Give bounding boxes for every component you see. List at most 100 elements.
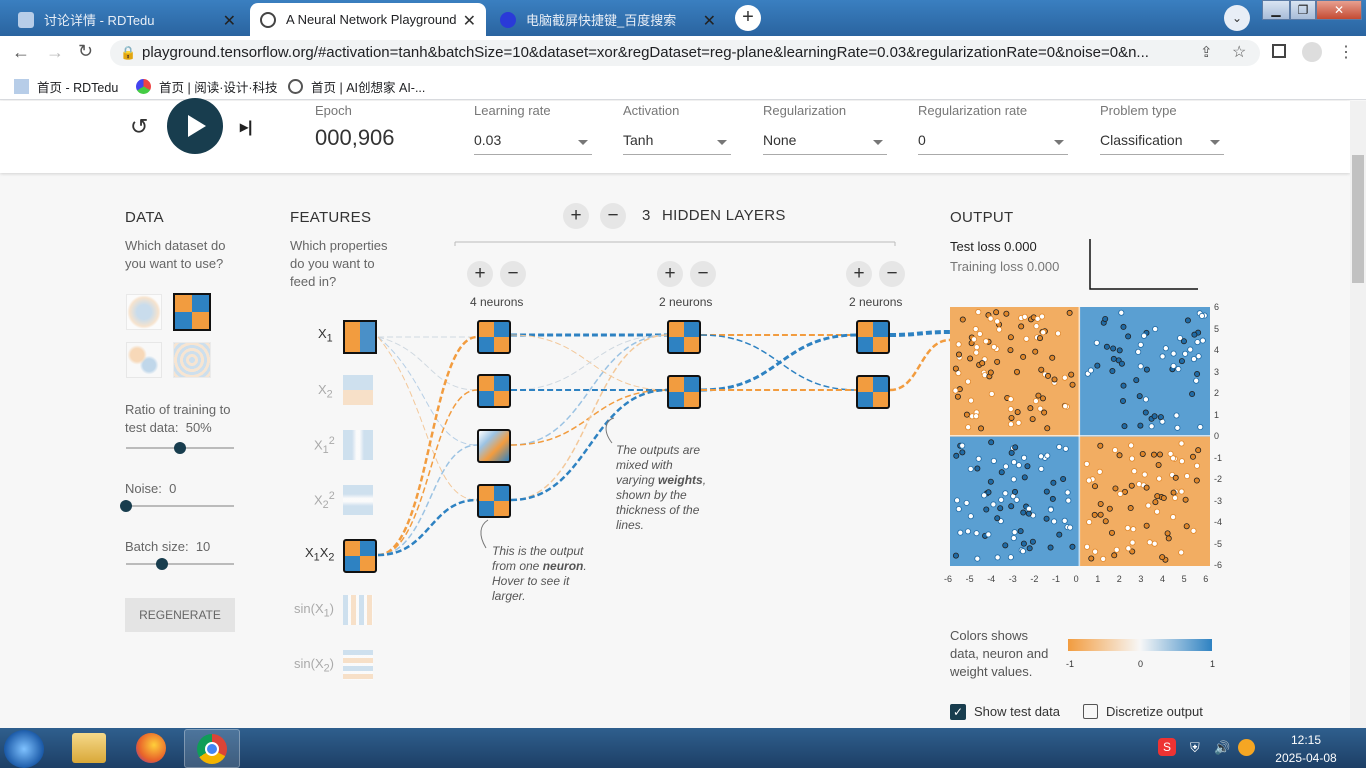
clock-time[interactable]: 12:15 <box>1276 733 1336 747</box>
x-tick: -3 <box>1008 574 1017 584</box>
neuron[interactable] <box>667 375 701 409</box>
discretize-checkbox[interactable] <box>1083 704 1098 719</box>
x-tick: -6 <box>944 574 953 584</box>
data-point <box>1119 397 1126 404</box>
data-point <box>1021 474 1028 481</box>
x-tick: 0 <box>1073 574 1079 584</box>
data-point <box>1047 544 1054 551</box>
data-point <box>1038 453 1045 460</box>
data-point <box>965 424 972 431</box>
data-point <box>1128 442 1135 449</box>
data-point <box>1021 313 1028 320</box>
loss-chart <box>1089 239 1198 290</box>
data-point <box>1092 548 1099 555</box>
add-neuron-layer2[interactable]: + <box>657 261 683 287</box>
data-point <box>1008 503 1015 510</box>
data-point <box>1118 360 1125 367</box>
data-point <box>1065 497 1072 504</box>
data-point <box>1127 505 1134 512</box>
add-neuron-layer3[interactable]: + <box>846 261 872 287</box>
feature-x2[interactable] <box>343 375 373 405</box>
data-point <box>952 552 959 559</box>
data-point <box>1097 511 1104 518</box>
feature-x1-squared[interactable] <box>343 430 373 460</box>
remove-neuron-layer3[interactable]: − <box>879 261 905 287</box>
neuron[interactable] <box>477 320 511 354</box>
data-point <box>987 315 994 322</box>
data-point <box>1015 462 1022 469</box>
neuron[interactable] <box>477 374 511 408</box>
data-point <box>1178 358 1185 365</box>
tray-notification-icon[interactable] <box>1238 739 1255 756</box>
neuron[interactable] <box>477 484 511 518</box>
y-tick: -5 <box>1214 538 1223 549</box>
chrome-taskbar-button[interactable] <box>184 729 240 768</box>
data-point <box>1084 543 1091 550</box>
volume-icon[interactable]: 🔊 <box>1214 740 1230 756</box>
data-point <box>1143 484 1150 491</box>
remove-layer-button[interactable]: − <box>600 203 626 229</box>
feature-x1x2[interactable] <box>343 539 377 573</box>
data-point <box>1038 366 1045 373</box>
data-point <box>1045 372 1052 379</box>
data-point <box>987 369 994 376</box>
data-point <box>1120 382 1127 389</box>
data-point <box>988 439 995 446</box>
data-point <box>1064 489 1071 496</box>
data-point <box>994 358 1001 365</box>
data-point <box>1024 463 1031 470</box>
remove-neuron-layer2[interactable]: − <box>690 261 716 287</box>
explorer-icon[interactable] <box>72 733 106 763</box>
data-point <box>1002 463 1009 470</box>
data-point <box>1094 362 1101 369</box>
data-point <box>1007 347 1014 354</box>
data-point <box>998 496 1005 503</box>
network-icon[interactable]: ⛨ <box>1190 740 1200 756</box>
data-point <box>1056 443 1063 450</box>
remove-neuron-layer1[interactable]: − <box>500 261 526 287</box>
data-point <box>953 452 960 459</box>
data-point <box>1111 552 1118 559</box>
show-test-data-label: Show test data <box>974 704 1060 719</box>
data-point <box>1091 511 1098 518</box>
data-point <box>1193 477 1200 484</box>
data-point <box>1044 425 1051 432</box>
neuron[interactable] <box>477 429 511 463</box>
start-button[interactable] <box>4 730 44 768</box>
add-neuron-layer1[interactable]: + <box>467 261 493 287</box>
y-tick: 1 <box>1214 409 1220 420</box>
neuron[interactable] <box>856 375 890 409</box>
data-point <box>1130 526 1137 533</box>
data-point <box>1113 546 1120 553</box>
data-point <box>1160 495 1167 502</box>
add-layer-button[interactable]: + <box>563 203 589 229</box>
data-point <box>973 413 980 420</box>
data-point <box>1157 414 1164 421</box>
firefox-icon[interactable] <box>136 733 166 763</box>
data-point <box>1008 414 1015 421</box>
tray-app-icon[interactable]: S <box>1158 738 1176 756</box>
data-point <box>1120 323 1127 330</box>
data-point <box>1007 334 1014 341</box>
data-point <box>987 478 994 485</box>
show-test-data-checkbox[interactable]: ✓ <box>950 704 966 720</box>
feature-x1[interactable] <box>343 320 377 354</box>
data-point <box>1108 529 1115 536</box>
data-point <box>1143 366 1150 373</box>
x-tick: 5 <box>1181 574 1187 584</box>
data-point <box>994 318 1001 325</box>
data-point <box>967 355 974 362</box>
color-scale-bar <box>1068 639 1212 651</box>
data-point <box>972 326 979 333</box>
data-point <box>1020 540 1027 547</box>
feature-x2-squared[interactable] <box>343 485 373 515</box>
data-point <box>1067 524 1074 531</box>
layer-count: 3 <box>642 207 651 224</box>
clock-date[interactable]: 2025-04-08 <box>1271 751 1341 765</box>
feature-sin-x1[interactable] <box>343 595 373 625</box>
data-point <box>1162 345 1169 352</box>
feature-sin-x2[interactable] <box>343 650 373 680</box>
feature-label-x2: X2 <box>318 382 333 401</box>
neuron[interactable] <box>856 320 890 354</box>
neuron[interactable] <box>667 320 701 354</box>
